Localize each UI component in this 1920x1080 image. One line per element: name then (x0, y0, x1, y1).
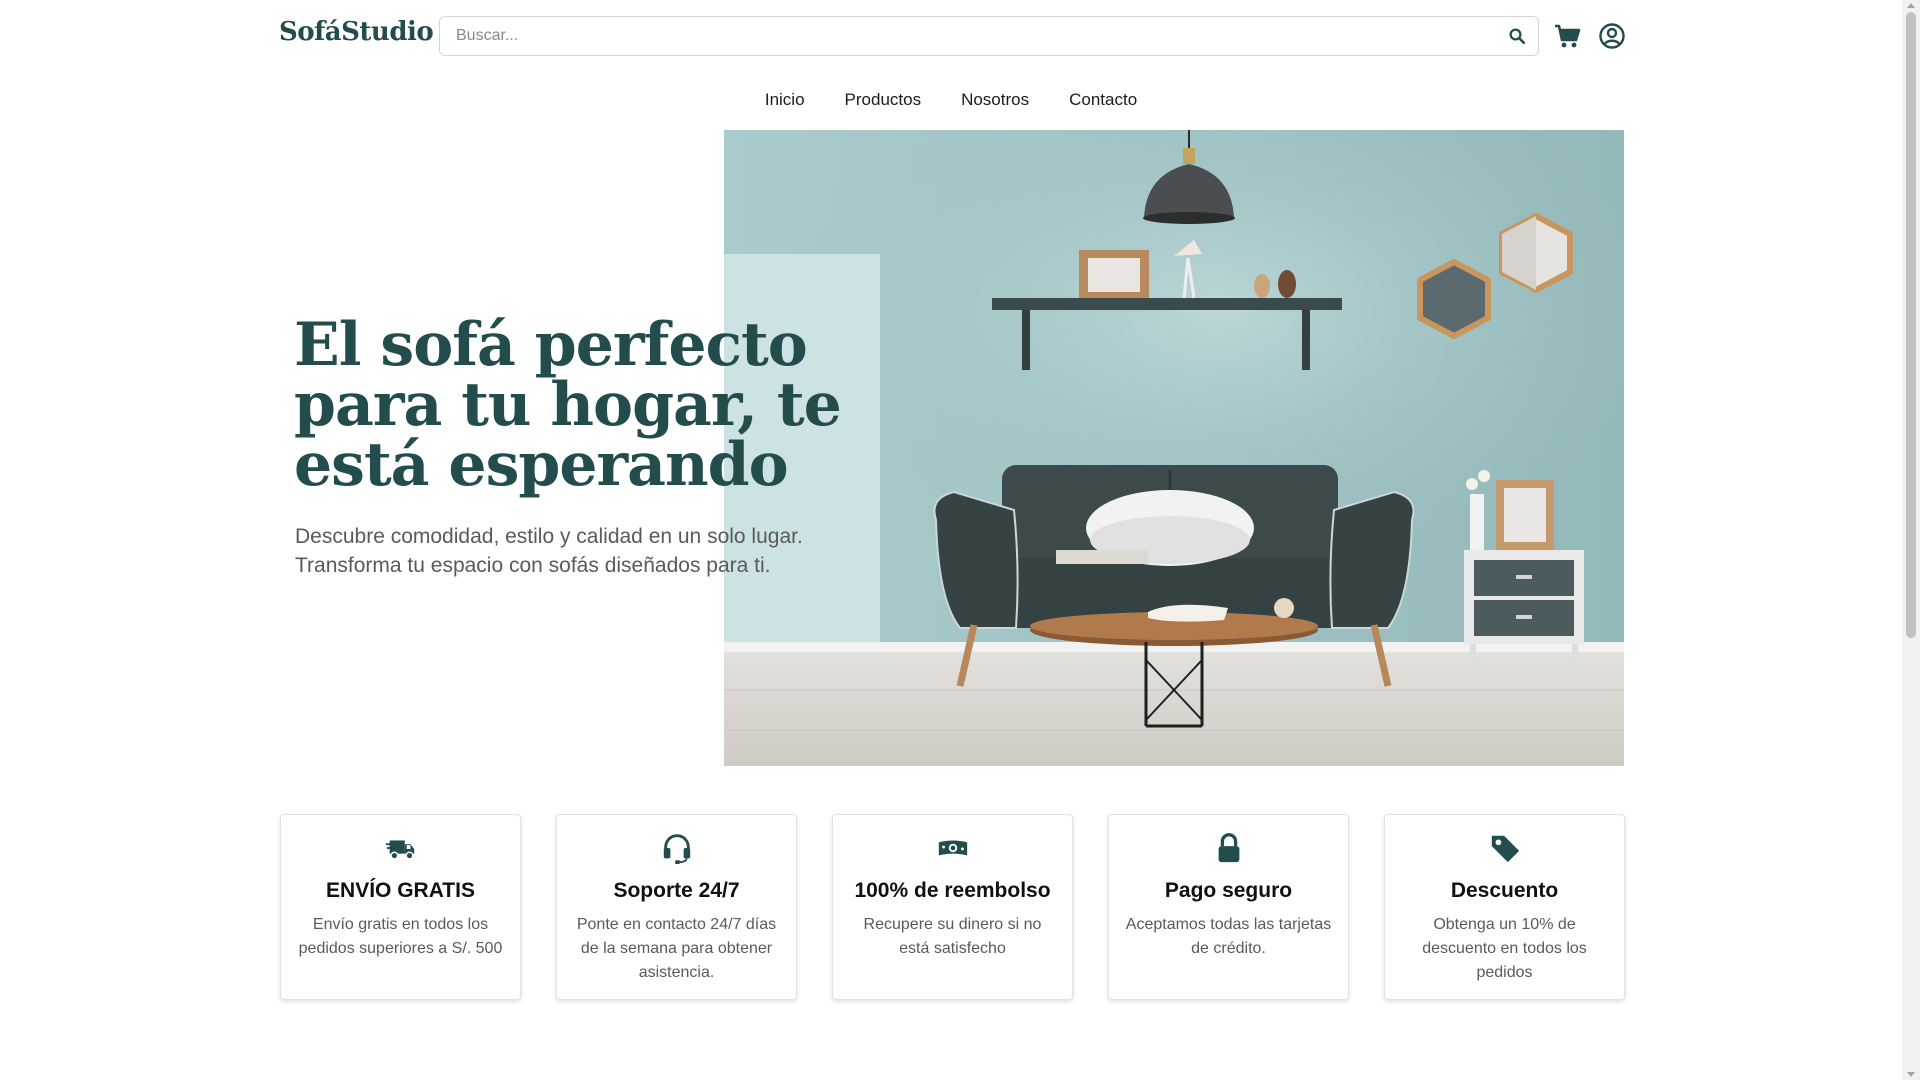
truck-icon (385, 840, 414, 860)
nav-item-contacto[interactable]: Contacto (1069, 90, 1137, 110)
tag-icon (1491, 835, 1519, 863)
site-logo[interactable]: SofáStudio (279, 17, 434, 47)
living-room-illustration (724, 130, 1624, 766)
page-scrollbar[interactable] (1902, 0, 1920, 1080)
user-icon[interactable] (1598, 22, 1626, 50)
feature-card-support: Soporte 24/7 Ponte en contacto 24/7 días… (556, 814, 797, 1000)
headset-icon (663, 834, 690, 865)
feature-card-secure-payment: Pago seguro Aceptamos todas las tarjetas… (1108, 814, 1349, 1000)
feature-text: Envío gratis en todos los pedidos superi… (298, 916, 503, 957)
page: SofáStudio Inicio Productos Nosotros Con… (0, 0, 1902, 1080)
feature-text: Recupere su dinero si no está satisfecho (863, 916, 1042, 957)
feature-text: Obtenga un 10% de descuento en todos los… (1422, 916, 1587, 981)
feature-card-refund: 100% de reembolso Recupere su dinero si … (832, 814, 1073, 1000)
scroll-up-icon[interactable] (1907, 3, 1915, 8)
hero-image (724, 130, 1624, 766)
features-row: ENVÍO GRATIS Envío gratis en todos los p… (280, 814, 1625, 1000)
feature-card-free-shipping: ENVÍO GRATIS Envío gratis en todos los p… (280, 814, 521, 1000)
hero-title: El sofá perfecto para tu hogar, te está … (294, 310, 842, 500)
feature-card-discount: Descuento Obtenga un 10% de descuento en… (1384, 814, 1625, 1000)
feature-title: 100% de reembolso (854, 879, 1051, 902)
feature-title: Soporte 24/7 (613, 879, 740, 902)
feature-text: Aceptamos todas las tarjetas de crédito. (1125, 916, 1332, 957)
search-input[interactable] (440, 17, 1512, 55)
feature-title: ENVÍO GRATIS (326, 879, 475, 902)
cart-icon[interactable] (1553, 22, 1581, 50)
search-bar (439, 16, 1539, 56)
feature-text: Ponte en contacto 24/7 días de la semana… (576, 916, 777, 981)
hero-subtitle: Descubre comodidad, estilo y calidad en … (295, 525, 803, 577)
search-icon[interactable] (1508, 27, 1526, 45)
nav-item-productos[interactable]: Productos (845, 90, 922, 110)
scroll-down-icon[interactable] (1907, 1072, 1915, 1077)
lock-icon (1218, 833, 1239, 863)
main-nav: Inicio Productos Nosotros Contacto (0, 90, 1902, 110)
nav-item-inicio[interactable]: Inicio (765, 90, 805, 110)
feature-title: Pago seguro (1164, 879, 1293, 902)
money-icon (938, 840, 967, 856)
feature-title: Descuento (1450, 879, 1559, 902)
nav-item-nosotros[interactable]: Nosotros (961, 90, 1029, 110)
scrollbar-thumb[interactable] (1906, 12, 1916, 638)
